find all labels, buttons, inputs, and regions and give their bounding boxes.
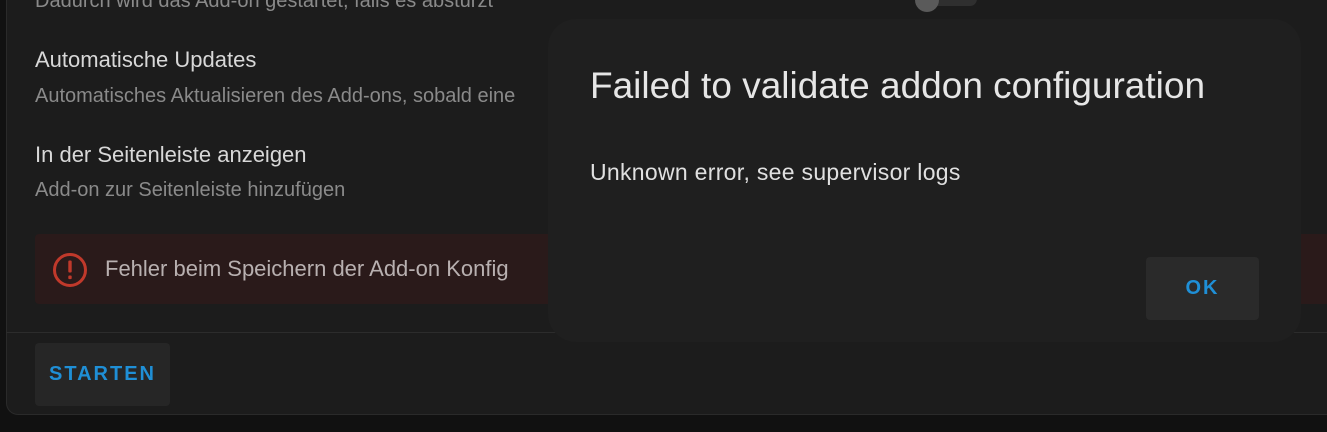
error-dialog: Failed to validate addon configuration U… — [548, 19, 1301, 342]
dialog-message: Unknown error, see supervisor logs — [590, 159, 961, 185]
ok-button[interactable]: OK — [1146, 257, 1259, 320]
dialog-title: Failed to validate addon configuration — [590, 65, 1206, 106]
